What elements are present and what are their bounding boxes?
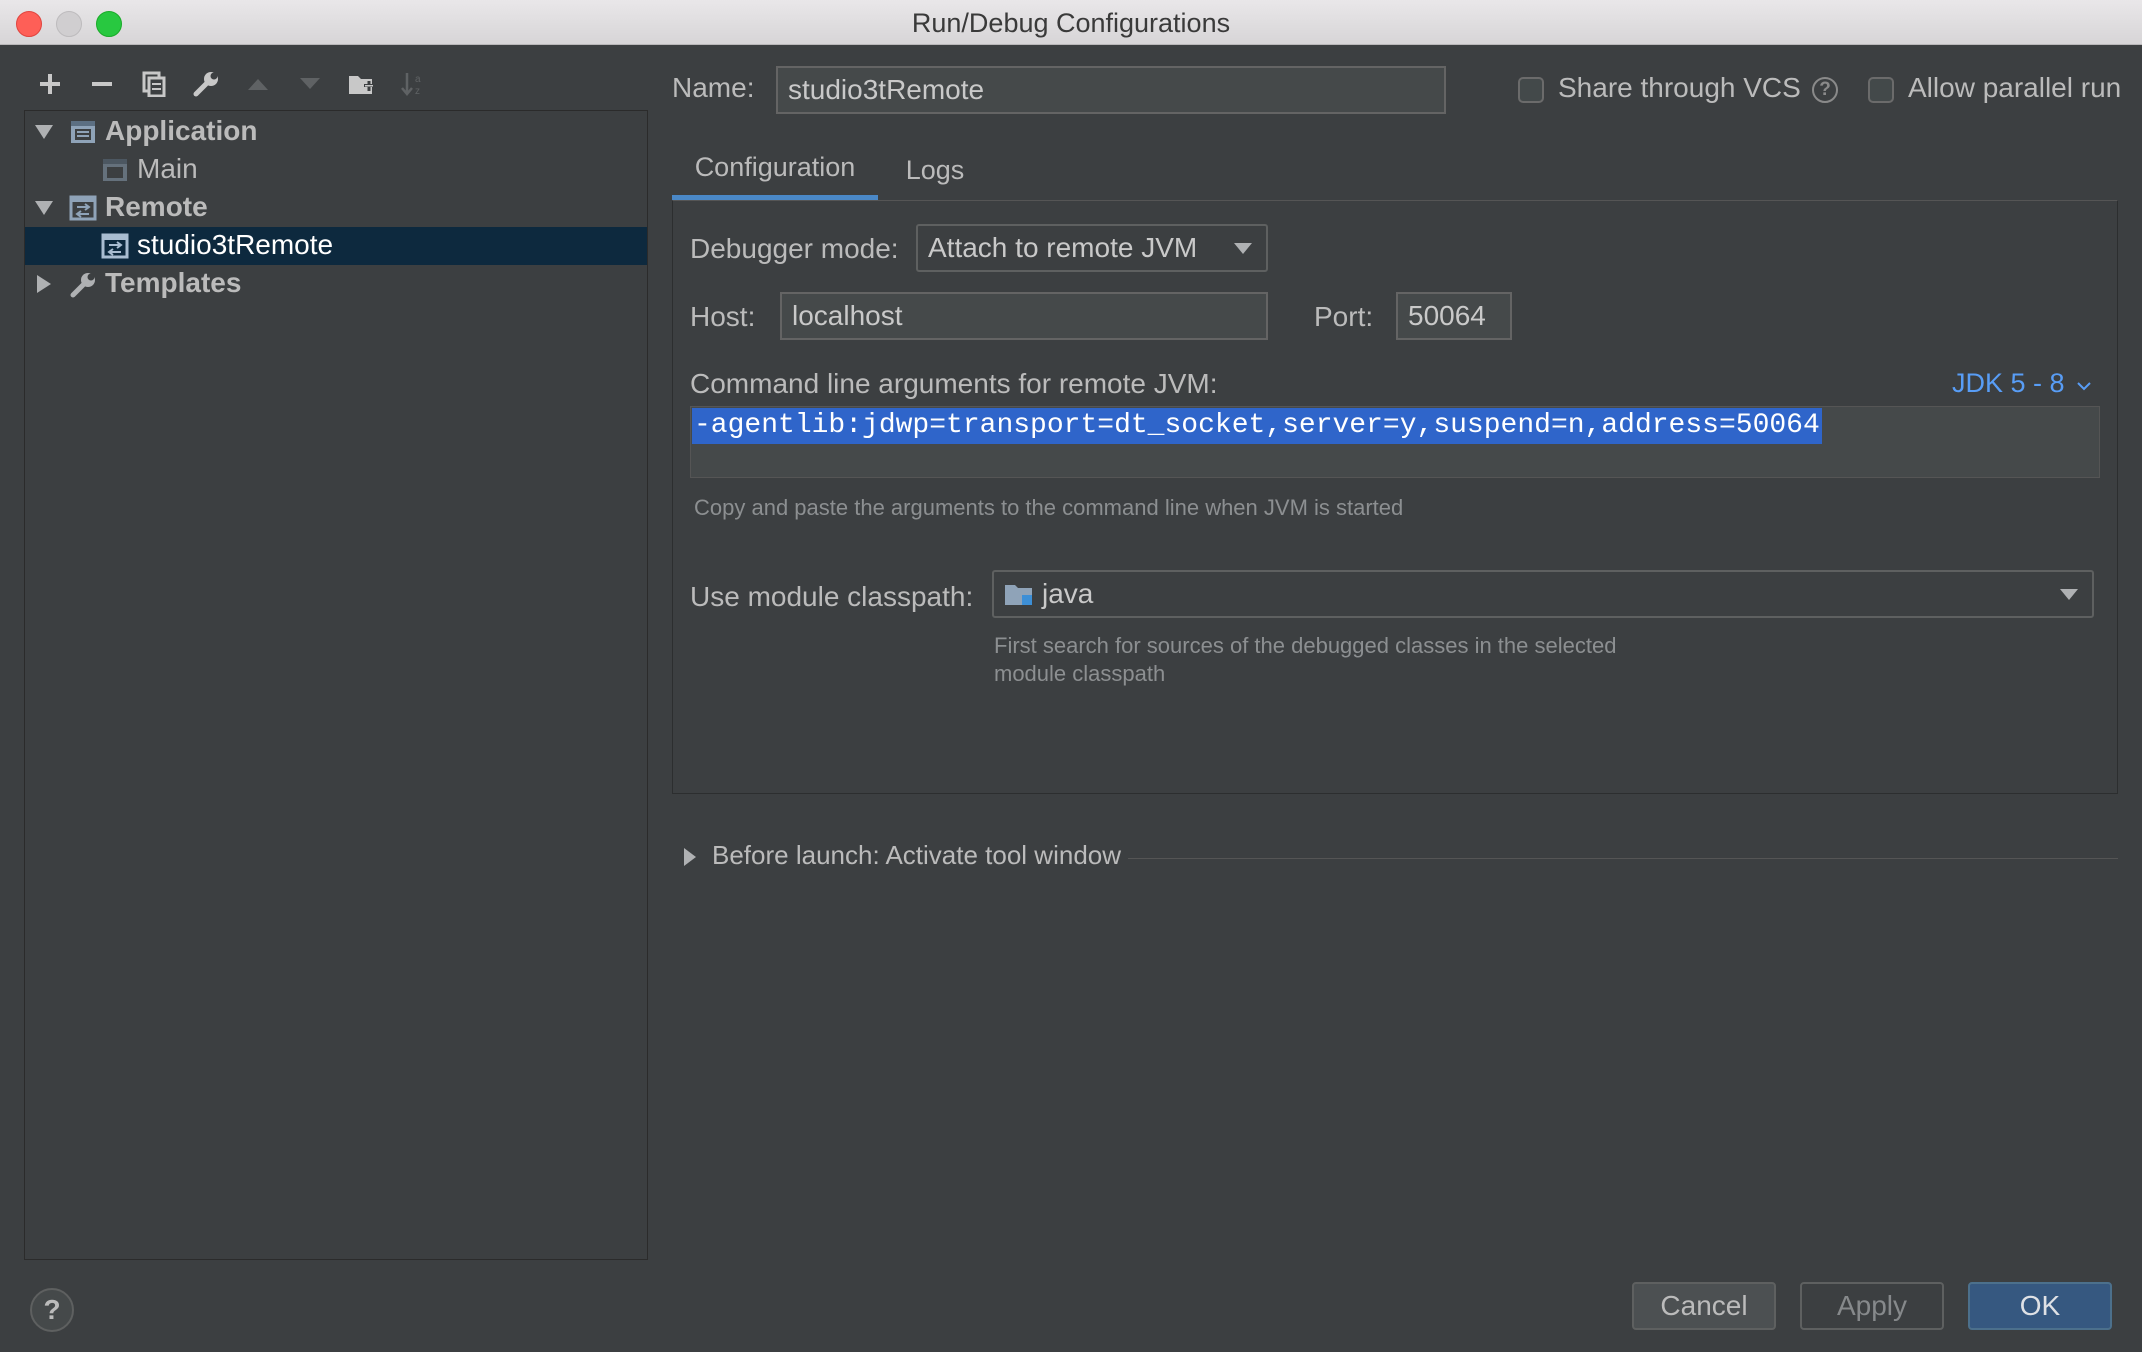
tree-item-label: Main	[137, 153, 198, 184]
config-toolbar: az	[24, 62, 440, 106]
remote-config-icon	[101, 233, 131, 266]
help-button[interactable]: ?	[30, 1288, 74, 1332]
expand-arrow-icon[interactable]	[684, 848, 696, 866]
remove-icon[interactable]	[76, 62, 128, 106]
run-debug-dialog: Run/Debug Configurations az Application …	[0, 0, 2142, 1352]
debugger-mode-select[interactable]: Attach to remote JVM	[916, 224, 1268, 272]
module-folder-icon	[1004, 581, 1034, 607]
cancel-button[interactable]: Cancel	[1632, 1282, 1776, 1330]
divider	[1128, 858, 2118, 859]
cmd-args-label: Command line arguments for remote JVM:	[690, 368, 1218, 399]
move-up-icon[interactable]	[232, 62, 284, 106]
config-tree[interactable]: Application Main Remote studio3tRemote T…	[24, 110, 648, 1260]
expand-arrow-icon[interactable]	[35, 125, 53, 139]
wrench-icon	[69, 271, 97, 306]
tree-item-studio3tremote[interactable]: studio3tRemote	[25, 227, 647, 265]
classpath-hint-line2: module classpath	[994, 661, 1166, 686]
svg-text:a: a	[415, 74, 421, 85]
wrench-icon[interactable]	[180, 62, 232, 106]
remote-config-icon	[69, 195, 99, 228]
before-launch-label: Before launch: Activate tool window	[712, 840, 1122, 870]
tree-item-label: Application	[105, 115, 258, 146]
before-launch-section[interactable]: Before launch: Activate tool window	[680, 840, 2120, 876]
chevron-down-icon	[2077, 382, 2091, 391]
title-bar: Run/Debug Configurations	[0, 0, 2142, 45]
application-config-icon	[69, 119, 97, 152]
help-icon[interactable]: ?	[1812, 77, 1838, 103]
name-input[interactable]: studio3tRemote	[776, 66, 1446, 114]
port-label: Port:	[1314, 301, 1374, 332]
sort-icon[interactable]: az	[388, 62, 440, 106]
copy-icon[interactable]	[128, 62, 180, 106]
cmd-args-selected-text[interactable]: -agentlib:jdwp=transport=dt_socket,serve…	[692, 408, 1822, 444]
jdk-version-label: JDK 5 - 8	[1952, 368, 2065, 398]
tab-configuration[interactable]: Configuration	[672, 140, 878, 200]
classpath-select[interactable]: java	[992, 570, 2094, 618]
tree-item-label: studio3tRemote	[137, 229, 334, 260]
share-vcs-checkbox[interactable]	[1518, 77, 1544, 103]
debugger-mode-value: Attach to remote JVM	[928, 232, 1198, 263]
chevron-down-icon	[1234, 243, 1252, 254]
classpath-label: Use module classpath:	[690, 581, 974, 612]
classpath-hint-line1: First search for sources of the debugged…	[994, 633, 1617, 658]
tree-item-application[interactable]: Application	[25, 113, 647, 151]
window-title: Run/Debug Configurations	[911, 8, 1231, 38]
tree-item-remote[interactable]: Remote	[25, 189, 647, 227]
allow-parallel-label: Allow parallel run	[1908, 72, 2122, 103]
new-folder-icon[interactable]	[336, 62, 388, 106]
tree-item-main[interactable]: Main	[25, 151, 647, 189]
expand-arrow-icon[interactable]	[37, 275, 51, 293]
ok-button[interactable]: OK	[1968, 1282, 2112, 1330]
classpath-value: java	[1042, 578, 1094, 609]
tab-logs[interactable]: Logs	[892, 140, 978, 200]
apply-button[interactable]: Apply	[1800, 1282, 1944, 1330]
add-icon[interactable]	[24, 62, 76, 106]
expand-arrow-icon[interactable]	[35, 201, 53, 215]
cmd-args-hint: Copy and paste the arguments to the comm…	[694, 495, 1404, 520]
share-vcs-label: Share through VCS	[1558, 72, 1801, 103]
port-input[interactable]: 50064	[1396, 292, 1512, 340]
debugger-mode-label: Debugger mode:	[690, 233, 899, 264]
move-down-icon[interactable]	[284, 62, 336, 106]
cmd-args-textarea[interactable]: -agentlib:jdwp=transport=dt_socket,serve…	[690, 406, 2100, 478]
jdk-version-link[interactable]: JDK 5 - 8	[1952, 368, 2092, 399]
host-label: Host:	[690, 301, 756, 332]
application-config-icon	[101, 157, 129, 190]
allow-parallel-checkbox[interactable]	[1868, 77, 1894, 103]
svg-text:z: z	[415, 86, 420, 97]
host-input[interactable]: localhost	[780, 292, 1268, 340]
tree-item-templates[interactable]: Templates	[25, 265, 647, 303]
chevron-down-icon	[2060, 589, 2078, 600]
tree-item-label: Templates	[105, 267, 242, 298]
name-label: Name:	[672, 72, 755, 103]
tree-item-label: Remote	[105, 191, 208, 222]
